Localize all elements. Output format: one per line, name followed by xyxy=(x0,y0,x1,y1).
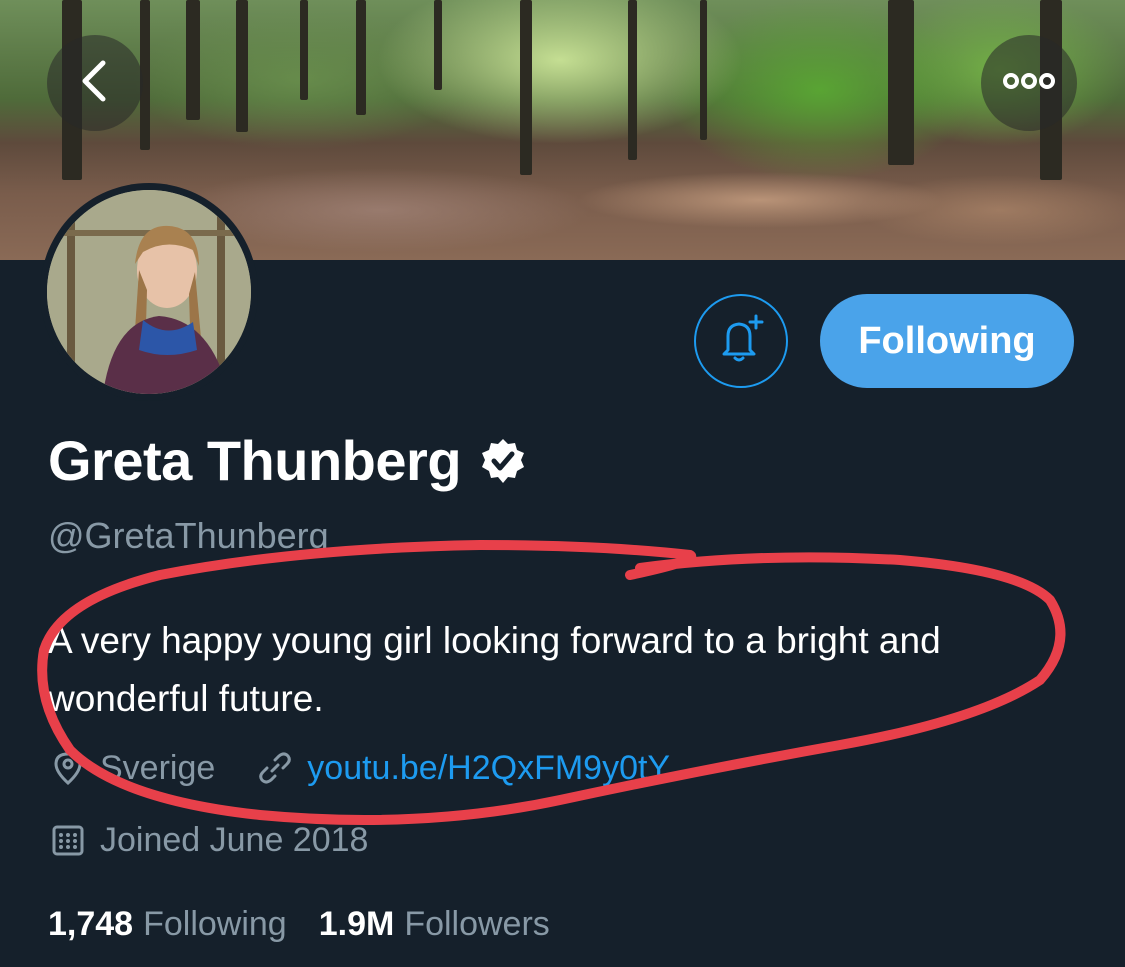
more-options-button[interactable] xyxy=(981,35,1077,131)
profile-meta-row: Sverige youtu.be/H2QxFM9y0tY xyxy=(48,748,670,788)
followers-label: Followers xyxy=(404,905,550,943)
verified-badge-icon xyxy=(479,437,527,485)
followers-stat[interactable]: 1.9M Followers xyxy=(319,905,550,944)
profile-joined-date: Joined June 2018 xyxy=(100,820,369,859)
banner-tree xyxy=(356,0,366,115)
user-handle: @GretaThunberg xyxy=(48,515,329,556)
following-stat[interactable]: 1,748 Following xyxy=(48,905,287,944)
following-count: 1,748 xyxy=(48,905,134,943)
banner-tree xyxy=(520,0,532,175)
profile-meta-row: Joined June 2018 xyxy=(48,820,368,860)
banner-tree xyxy=(236,0,248,132)
profile-website-link[interactable]: youtu.be/H2QxFM9y0tY xyxy=(307,749,670,788)
banner-tree xyxy=(434,0,442,90)
location-pin-icon xyxy=(48,748,88,788)
avatar-photo xyxy=(47,190,251,394)
following-label: Following xyxy=(143,905,287,943)
link-icon xyxy=(255,748,295,788)
bell-plus-icon xyxy=(714,312,768,371)
followers-count: 1.9M xyxy=(318,905,395,943)
following-button[interactable]: Following xyxy=(820,294,1074,388)
display-name: Greta Thunberg xyxy=(48,429,462,492)
profile-stats: 1,748 Following 1.9M Followers xyxy=(48,905,550,944)
banner-tree xyxy=(186,0,200,120)
more-horizontal-icon xyxy=(1001,71,1057,96)
banner-tree xyxy=(300,0,308,100)
notifications-button[interactable] xyxy=(694,294,788,388)
calendar-icon xyxy=(48,820,88,860)
banner-tree xyxy=(700,0,707,140)
avatar[interactable] xyxy=(40,183,258,401)
profile-location: Sverige xyxy=(100,748,216,787)
chevron-left-icon xyxy=(75,57,115,110)
banner-tree xyxy=(888,0,914,165)
profile-bio: A very happy young girl looking forward … xyxy=(48,620,941,719)
banner-tree xyxy=(628,0,637,160)
back-button[interactable] xyxy=(47,35,143,131)
display-name-row: Greta Thunberg xyxy=(48,428,527,493)
